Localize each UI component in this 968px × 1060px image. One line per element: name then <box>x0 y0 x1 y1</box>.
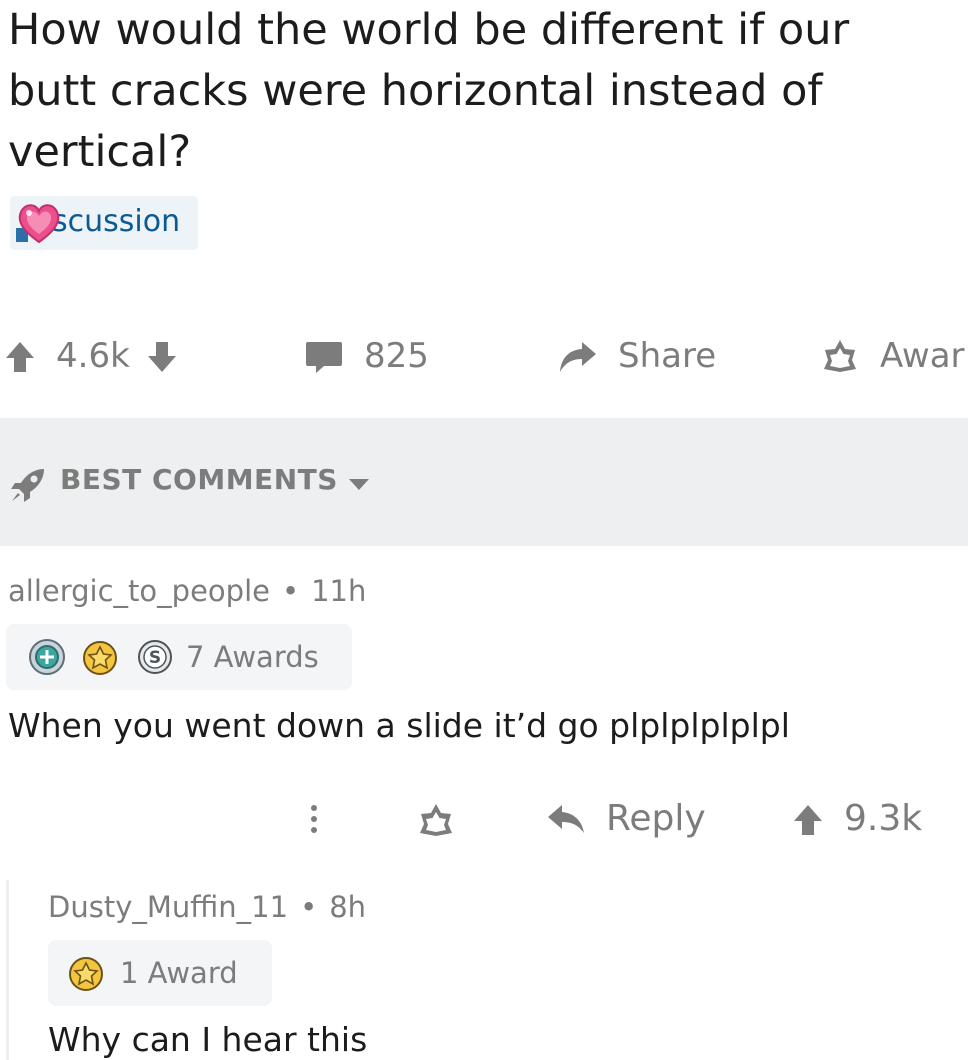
comment-awards-count: 7 Awards <box>186 640 319 674</box>
reply-age: 8h <box>329 890 367 924</box>
gold-award-icon <box>69 957 103 991</box>
post-upvote-group: 4.6k <box>2 336 180 376</box>
award-icon <box>824 340 856 372</box>
reply-awards-count: 1 Award <box>120 956 238 990</box>
meta-separator: • <box>281 574 300 608</box>
post-title-line-3: vertical? <box>8 127 192 177</box>
comment-upvote-group: 9.3k <box>790 798 922 839</box>
comment-meta: allergic_to_people • 11h <box>8 574 366 608</box>
post-vote-count: 4.6k <box>56 336 130 376</box>
post-title[interactable]: How would the world be different if our … <box>8 0 958 183</box>
sort-label[interactable]: BEST COMMENTS <box>60 463 338 496</box>
downvote-arrow-icon[interactable] <box>144 336 180 376</box>
chevron-down-icon[interactable] <box>346 474 372 494</box>
post-title-line-1: How would the world be different if our <box>8 5 850 55</box>
post-share-label: Share <box>618 336 717 376</box>
more-vertical-icon <box>311 805 317 833</box>
post-share-button[interactable]: Share <box>556 336 716 376</box>
comment-vote-count: 9.3k <box>844 798 923 839</box>
post-comments-button[interactable]: 825 <box>302 336 429 376</box>
comment-bubble-icon <box>306 342 342 373</box>
upvote-arrow-icon[interactable] <box>2 336 38 376</box>
post-flair-text: scussion <box>52 204 181 239</box>
reply-arrow-icon <box>548 804 584 833</box>
comment-body: When you went down a slide it’d go plplp… <box>8 706 790 745</box>
silver-award-icon: S <box>138 640 172 674</box>
comment-author[interactable]: allergic_to_people <box>8 574 270 608</box>
share-arrow-icon <box>560 342 596 372</box>
meta-separator: • <box>300 890 318 924</box>
post-title-line-2: butt cracks were horizontal instead of <box>8 66 823 116</box>
sparkling-heart-icon <box>16 204 60 244</box>
post-award-button[interactable]: Awar <box>818 336 965 376</box>
post-award-label: Awar <box>880 336 965 376</box>
upvote-arrow-icon[interactable] <box>790 799 826 839</box>
helpful-award-icon <box>29 639 65 675</box>
reply-label: Reply <box>606 798 706 839</box>
svg-text:S: S <box>149 648 161 668</box>
reply-body: Why can I hear this <box>48 1020 368 1059</box>
comment-age: 11h <box>311 574 367 608</box>
comment-more-button[interactable] <box>304 800 324 840</box>
post-comment-count: 825 <box>364 336 429 376</box>
award-icon[interactable] <box>414 800 458 840</box>
reply-author[interactable]: Dusty_Muffin_11 <box>48 890 288 924</box>
gold-award-icon <box>83 641 117 675</box>
reply-meta: Dusty_Muffin_11 • 8h <box>48 890 366 924</box>
rocket-icon[interactable] <box>8 465 48 505</box>
thread-line[interactable] <box>6 880 9 1060</box>
comment-reply-button[interactable]: Reply <box>544 798 706 839</box>
